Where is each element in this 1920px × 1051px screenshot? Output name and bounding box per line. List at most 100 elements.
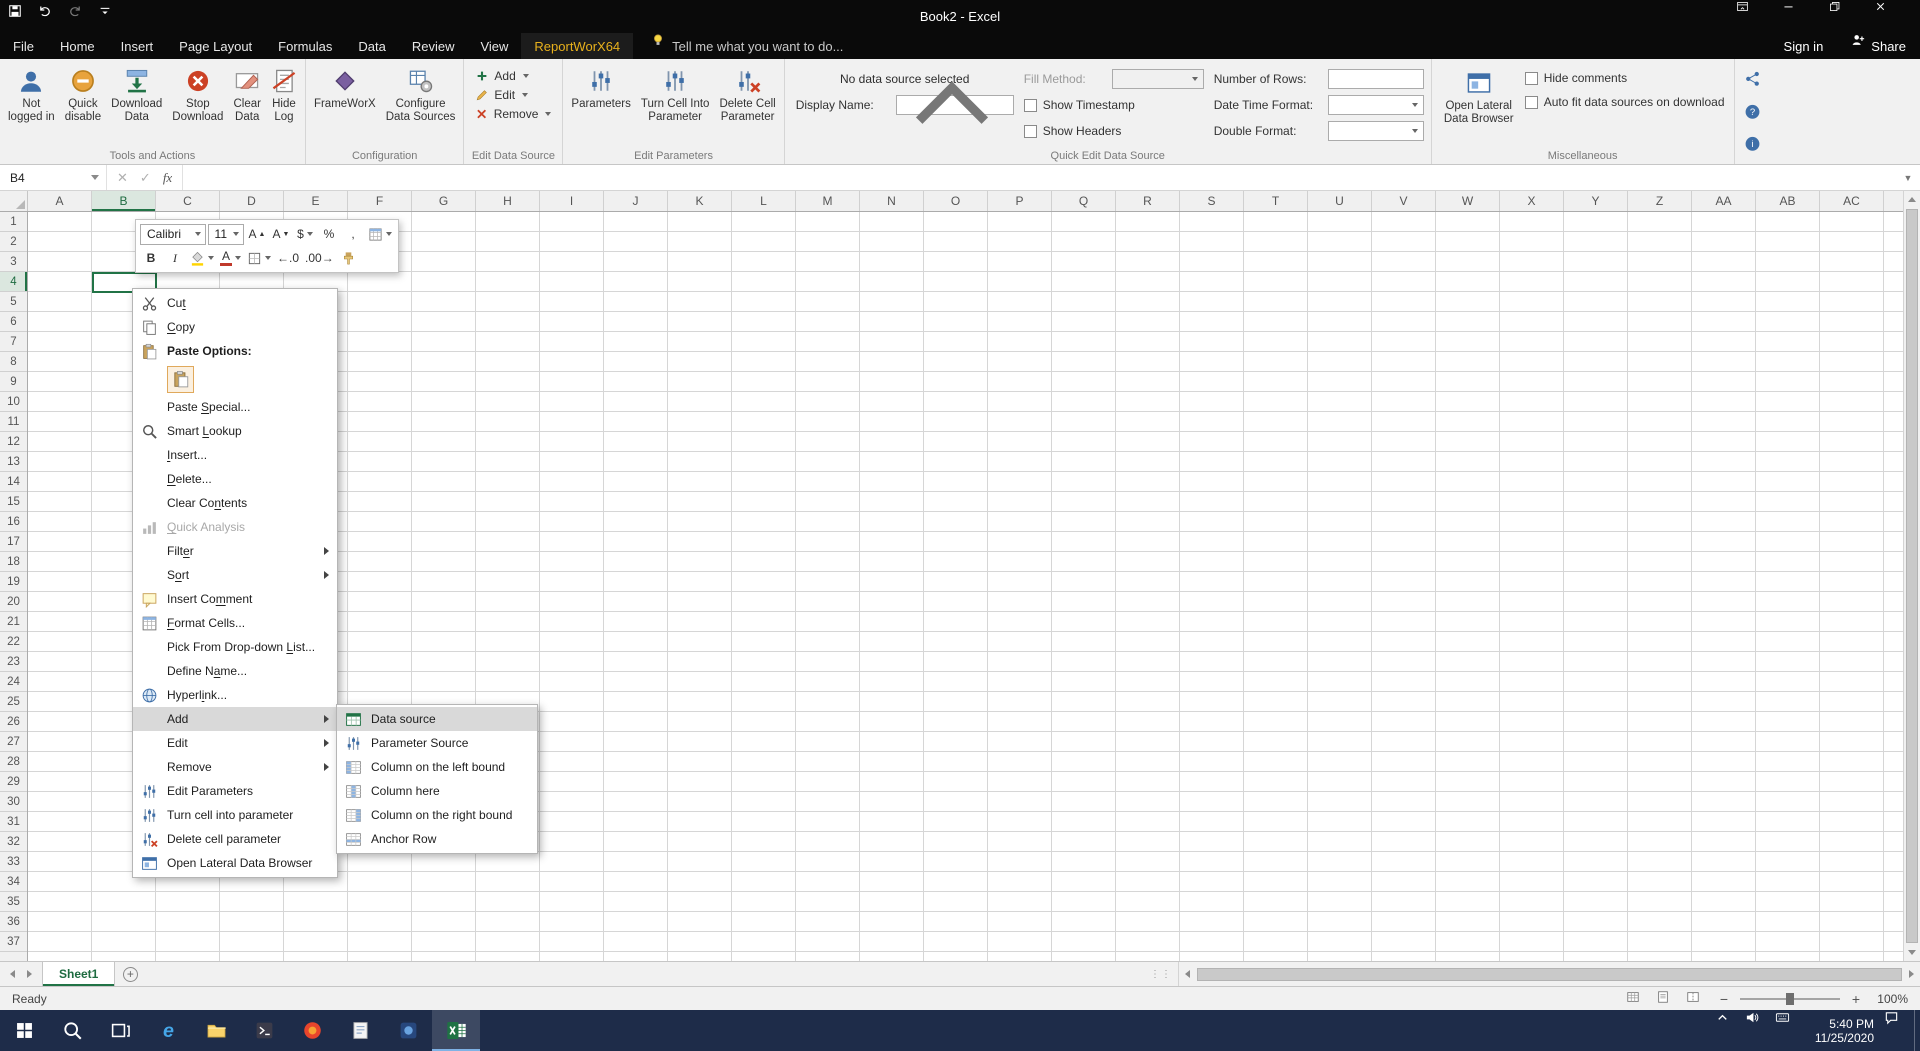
row-header-5[interactable]: 5	[0, 292, 27, 312]
context-menu-item-insert-comment[interactable]: Insert Comment	[133, 587, 337, 611]
row-header-3[interactable]: 3	[0, 252, 27, 272]
column-header-b[interactable]: B	[92, 191, 156, 211]
column-header-t[interactable]: T	[1244, 191, 1308, 211]
shrink-font-button[interactable]: A▼	[270, 223, 292, 245]
name-box[interactable]: B4	[0, 165, 107, 190]
previous-sheet-icon[interactable]	[10, 970, 15, 978]
next-sheet-icon[interactable]	[27, 970, 32, 978]
accounting-format-button[interactable]: $	[294, 223, 316, 245]
taskbar-search-button[interactable]	[48, 1010, 96, 1051]
show-desktop-button[interactable]	[1914, 1010, 1920, 1051]
row-header-16[interactable]: 16	[0, 512, 27, 532]
row-header-20[interactable]: 20	[0, 592, 27, 612]
format-painter-button[interactable]	[338, 247, 360, 269]
context-menu-item-hyperlink[interactable]: Hyperlink...	[133, 683, 337, 707]
column-header-l[interactable]: L	[732, 191, 796, 211]
tab-splitter-handle[interactable]: ⋮⋮	[1144, 962, 1178, 986]
column-header-j[interactable]: J	[604, 191, 668, 211]
row-header-31[interactable]: 31	[0, 812, 27, 832]
taskbar-app-2-button[interactable]	[288, 1010, 336, 1051]
context-menu-item-turn-cell-into-parameter[interactable]: Turn cell into parameter	[133, 803, 337, 827]
enter-formula-icon[interactable]: ✓	[140, 170, 151, 186]
submenu-item-data-source[interactable]: Data source	[337, 707, 537, 731]
context-menu-item-insert[interactable]: Insert...	[133, 443, 337, 467]
column-header-r[interactable]: R	[1116, 191, 1180, 211]
context-menu-item-add[interactable]: Add	[133, 707, 337, 731]
taskbar-clock[interactable]: 5:40 PM 11/25/2020	[1805, 1010, 1884, 1051]
column-header-k[interactable]: K	[668, 191, 732, 211]
italic-button[interactable]: I	[164, 247, 186, 269]
format-table-button[interactable]	[366, 223, 394, 245]
context-menu-item-filter[interactable]: Filter	[133, 539, 337, 563]
row-header-25[interactable]: 25	[0, 692, 27, 712]
row-header-2[interactable]: 2	[0, 232, 27, 252]
context-menu-item-clear-contents[interactable]: Clear Contents	[133, 491, 337, 515]
zoom-slider[interactable]	[1740, 998, 1840, 1000]
context-menu-item-format-cells[interactable]: Format Cells...	[133, 611, 337, 635]
column-header-f[interactable]: F	[348, 191, 412, 211]
column-header-g[interactable]: G	[412, 191, 476, 211]
scroll-right-icon[interactable]	[1903, 970, 1920, 978]
context-menu-item-cut[interactable]: Cut	[133, 291, 337, 315]
column-header-d[interactable]: D	[220, 191, 284, 211]
volume-icon[interactable]	[1745, 1010, 1775, 1051]
row-header-21[interactable]: 21	[0, 612, 27, 632]
row-header-18[interactable]: 18	[0, 552, 27, 572]
insert-function-icon[interactable]: fx	[163, 170, 172, 186]
select-all-corner[interactable]	[0, 191, 28, 211]
column-header-m[interactable]: M	[796, 191, 860, 211]
column-header-o[interactable]: O	[924, 191, 988, 211]
column-header-c[interactable]: C	[156, 191, 220, 211]
page-layout-view-icon[interactable]	[1656, 990, 1678, 1008]
context-menu-item-remove[interactable]: Remove	[133, 755, 337, 779]
grow-font-button[interactable]: A▲	[246, 223, 268, 245]
row-header-32[interactable]: 32	[0, 832, 27, 852]
increase-decimal-button[interactable]: ←.0	[275, 247, 301, 269]
row-header-22[interactable]: 22	[0, 632, 27, 652]
context-menu-item-open-lateral-data-browser[interactable]: Open Lateral Data Browser	[133, 851, 337, 875]
restore-icon[interactable]	[1828, 0, 1874, 33]
redo-icon[interactable]	[68, 4, 98, 30]
taskbar-edge-button[interactable]: e	[144, 1010, 192, 1051]
row-header-37[interactable]: 37	[0, 932, 27, 952]
row-header-14[interactable]: 14	[0, 472, 27, 492]
context-menu-item-pick-from-drop-down-list[interactable]: Pick From Drop-down List...	[133, 635, 337, 659]
zoom-in-icon[interactable]: +	[1848, 991, 1864, 1007]
horizontal-scrollbar[interactable]	[1178, 962, 1920, 986]
row-header-6[interactable]: 6	[0, 312, 27, 332]
normal-view-icon[interactable]	[1626, 990, 1648, 1008]
zoom-level[interactable]: 100%	[1872, 992, 1908, 1006]
vertical-scrollbar[interactable]	[1903, 191, 1920, 961]
column-header-e[interactable]: E	[284, 191, 348, 211]
row-header-1[interactable]: 1	[0, 212, 27, 232]
row-header-9[interactable]: 9	[0, 372, 27, 392]
context-menu-item-paste-special[interactable]: Paste Special...	[133, 395, 337, 419]
column-header-y[interactable]: Y	[1564, 191, 1628, 211]
taskbar-excel-button[interactable]	[432, 1010, 480, 1051]
row-header-12[interactable]: 12	[0, 432, 27, 452]
taskbar-task-view-button[interactable]	[96, 1010, 144, 1051]
row-header-29[interactable]: 29	[0, 772, 27, 792]
collapse-ribbon-icon[interactable]	[0, 55, 1912, 160]
zoom-out-icon[interactable]: −	[1716, 991, 1732, 1007]
row-header-30[interactable]: 30	[0, 792, 27, 812]
undo-icon[interactable]	[38, 4, 68, 30]
save-icon[interactable]	[8, 4, 38, 30]
name-box-caret-icon[interactable]	[91, 175, 99, 180]
vertical-scroll-thumb[interactable]	[1906, 209, 1918, 943]
column-header-ab[interactable]: AB	[1756, 191, 1820, 211]
taskbar-app-4-button[interactable]	[384, 1010, 432, 1051]
formula-input[interactable]	[183, 165, 1896, 190]
scroll-down-icon[interactable]	[1904, 944, 1920, 961]
column-header-s[interactable]: S	[1180, 191, 1244, 211]
decrease-decimal-button[interactable]: .00→	[303, 247, 336, 269]
row-header-27[interactable]: 27	[0, 732, 27, 752]
scroll-left-icon[interactable]	[1179, 970, 1196, 978]
column-header-a[interactable]: A	[28, 191, 92, 211]
context-menu-item-smart-lookup[interactable]: Smart Lookup	[133, 419, 337, 443]
font-color-button[interactable]: A	[218, 247, 243, 269]
row-header-17[interactable]: 17	[0, 532, 27, 552]
font-name-select[interactable]: Calibri	[140, 224, 206, 245]
row-header-15[interactable]: 15	[0, 492, 27, 512]
row-header-7[interactable]: 7	[0, 332, 27, 352]
